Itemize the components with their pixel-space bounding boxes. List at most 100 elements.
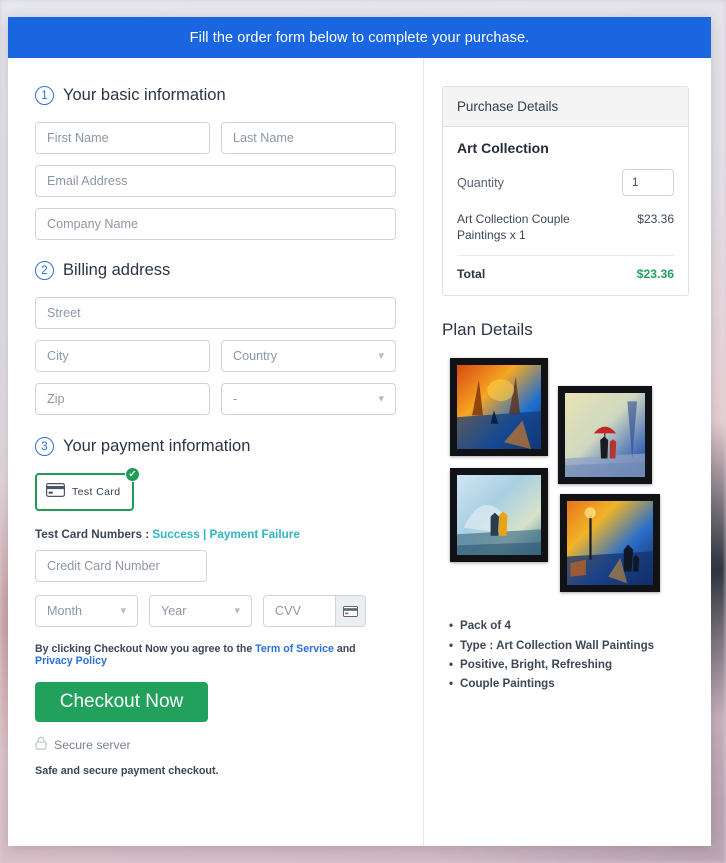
lock-icon xyxy=(35,736,47,753)
painting-artwork xyxy=(565,393,645,478)
line-item-name: Art Collection Couple Paintings x 1 xyxy=(457,212,570,243)
section-title-billing: Billing address xyxy=(63,261,171,279)
painting-artwork xyxy=(457,365,541,450)
terms-prefix: By clicking Checkout Now you agree to th… xyxy=(35,643,256,655)
section-billing-address: 2 Billing address xyxy=(35,261,396,280)
cvv-input[interactable]: CVV xyxy=(264,604,335,618)
total-row: Total $23.36 xyxy=(457,267,674,281)
email-row: Email Address xyxy=(35,165,396,197)
safe-checkout-note: Safe and secure payment checkout. xyxy=(35,765,219,777)
state-select[interactable]: - ▾ xyxy=(221,383,396,415)
city-placeholder: City xyxy=(47,349,69,363)
expiry-year-value: Year xyxy=(161,604,187,618)
autumn-forest-couple-painting xyxy=(450,358,548,457)
summary-column: Purchase Details Art Collection Quantity… xyxy=(424,58,711,846)
check-circle-icon: ✔ xyxy=(125,467,140,482)
plan-details-title: Plan Details xyxy=(442,320,533,340)
email-placeholder: Email Address xyxy=(47,174,128,188)
section-title-payment: Your payment information xyxy=(63,437,251,455)
step-number-3: 3 xyxy=(35,437,54,456)
street-input[interactable]: Street xyxy=(35,297,396,329)
first-name-input[interactable]: First Name xyxy=(35,122,210,154)
test-card-option[interactable]: Test Card ✔ xyxy=(35,467,140,511)
line-item-price: $23.36 xyxy=(637,212,674,226)
company-row: Company Name xyxy=(35,208,396,240)
cvv-placeholder: CVV xyxy=(275,604,301,618)
country-value: Country xyxy=(233,349,278,363)
purchase-details-body: Art Collection Quantity 1 Art Collection… xyxy=(443,127,688,295)
line-item-row: Art Collection Couple Paintings x 1 $23.… xyxy=(457,211,674,257)
expiry-month-select[interactable]: Month ▾ xyxy=(35,595,138,627)
quantity-input[interactable]: 1 xyxy=(622,169,674,196)
night-street-lamp-couple-painting xyxy=(560,494,660,593)
company-input[interactable]: Company Name xyxy=(35,208,396,240)
chevron-down-icon: ▾ xyxy=(120,604,126,617)
winter-walk-couple-painting xyxy=(450,468,548,563)
zip-state-row: Zip - ▾ xyxy=(35,383,396,415)
expiry-year-select[interactable]: Year ▾ xyxy=(149,595,252,627)
banner-text: Fill the order form below to complete yo… xyxy=(189,29,530,46)
terms-of-service-link[interactable]: Term of Service xyxy=(255,643,334,655)
street-row: Street xyxy=(35,297,396,329)
expiry-month-value: Month xyxy=(47,604,83,618)
list-item: Pack of 4 xyxy=(449,616,689,635)
card-body: 1 Your basic information First Name Last… xyxy=(8,58,711,846)
quantity-row: Quantity 1 xyxy=(457,169,674,196)
cvv-field-group[interactable]: CVV xyxy=(263,595,366,627)
payment-failure-link[interactable]: Payment Failure xyxy=(210,528,300,541)
checkout-card: Fill the order form below to complete yo… xyxy=(8,17,711,846)
red-umbrella-rain-painting xyxy=(558,386,652,485)
credit-card-icon xyxy=(46,482,65,502)
company-placeholder: Company Name xyxy=(47,217,138,231)
credit-card-number-input[interactable]: Credit Card Number xyxy=(35,550,207,582)
country-select[interactable]: Country ▾ xyxy=(221,340,396,372)
purchase-details-header: Purchase Details xyxy=(443,87,688,127)
total-value: $23.36 xyxy=(636,267,674,282)
first-name-placeholder: First Name xyxy=(47,131,109,145)
step-number-2: 2 xyxy=(35,261,54,280)
chevron-down-icon: ▾ xyxy=(378,349,384,362)
secure-server-row: Secure server xyxy=(35,736,396,753)
painting-artwork xyxy=(457,475,541,556)
purchase-details-panel: Purchase Details Art Collection Quantity… xyxy=(442,86,689,297)
quantity-value: 1 xyxy=(632,176,639,189)
painting-artwork xyxy=(567,501,653,586)
email-input[interactable]: Email Address xyxy=(35,165,396,197)
section-title-basic: Your basic information xyxy=(63,86,226,104)
product-name: Art Collection xyxy=(457,140,549,156)
terms-agreement-text: By clicking Checkout Now you agree to th… xyxy=(35,643,396,667)
privacy-policy-link[interactable]: Privacy Policy xyxy=(35,655,107,667)
credit-card-placeholder: Credit Card Number xyxy=(47,559,160,573)
plan-image-gallery xyxy=(450,358,665,598)
list-item: Type : Art Collection Wall Paintings xyxy=(449,636,689,655)
plan-feature-list: Pack of 4 Type : Art Collection Wall Pai… xyxy=(442,616,689,693)
state-value: - xyxy=(233,392,238,406)
total-label: Total xyxy=(457,267,486,282)
street-placeholder: Street xyxy=(47,306,81,320)
test-card-numbers-row: Test Card Numbers : Success | Payment Fa… xyxy=(35,528,396,541)
checkout-now-button[interactable]: Checkout Now xyxy=(35,682,208,722)
instruction-banner: Fill the order form below to complete yo… xyxy=(8,17,711,58)
zip-input[interactable]: Zip xyxy=(35,383,210,415)
cvv-card-icon xyxy=(335,596,365,626)
terms-conjunction: and xyxy=(333,643,356,655)
chevron-down-icon: ▾ xyxy=(378,392,384,405)
step-number-1: 1 xyxy=(35,86,54,105)
list-item: Couple Paintings xyxy=(449,674,689,693)
city-input[interactable]: City xyxy=(35,340,210,372)
success-card-link[interactable]: Success xyxy=(152,528,199,541)
section-payment-information: 3 Your payment information xyxy=(35,437,396,456)
last-name-placeholder: Last Name xyxy=(233,131,294,145)
quantity-label: Quantity xyxy=(457,175,504,190)
test-card-label: Test Card xyxy=(72,486,121,498)
name-row: First Name Last Name xyxy=(35,122,396,154)
section-basic-information: 1 Your basic information xyxy=(35,86,396,105)
expiry-cvv-row: Month ▾ Year ▾ CVV xyxy=(35,595,396,627)
test-numbers-label: Test Card Numbers : xyxy=(35,528,153,541)
last-name-input[interactable]: Last Name xyxy=(221,122,396,154)
secure-server-label: Secure server xyxy=(54,737,131,752)
chevron-down-icon: ▾ xyxy=(234,604,240,617)
city-country-row: City Country ▾ xyxy=(35,340,396,372)
zip-placeholder: Zip xyxy=(47,392,65,406)
link-separator: | xyxy=(199,528,210,541)
